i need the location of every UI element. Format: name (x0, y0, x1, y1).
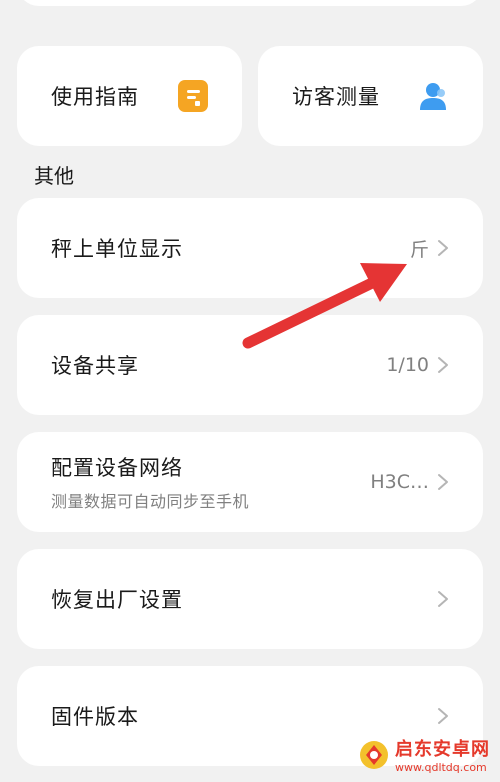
device-share-label: 设备共享 (51, 354, 139, 378)
unit-display-row[interactable]: 秤上单位显示 斤 (17, 198, 483, 298)
device-share-value: 1/10 (386, 354, 429, 376)
chevron-right-icon (438, 357, 448, 373)
unit-display-value: 斤 (409, 238, 429, 261)
previous-card-partial (17, 0, 483, 6)
visitor-person-icon (420, 83, 446, 110)
visitor-measure-label: 访客测量 (292, 85, 380, 109)
guide-document-icon (178, 80, 208, 112)
network-config-label: 配置设备网络 (51, 456, 183, 480)
watermark: 启东安卓网 www.qdltdq.com (359, 735, 490, 774)
network-config-subtitle: 测量数据可自动同步至手机 (51, 492, 250, 511)
chevron-right-icon (438, 708, 448, 724)
user-guide-label: 使用指南 (51, 85, 139, 109)
network-config-value: H3C… (370, 471, 429, 493)
visitor-measure-card[interactable]: 访客测量 (258, 46, 483, 146)
factory-reset-row[interactable]: 恢复出厂设置 (17, 549, 483, 649)
factory-reset-label: 恢复出厂设置 (51, 588, 183, 612)
device-share-row[interactable]: 设备共享 1/10 (17, 315, 483, 415)
user-guide-card[interactable]: 使用指南 (17, 46, 242, 146)
watermark-name: 启东安卓网 (395, 739, 490, 760)
chevron-right-icon (438, 474, 448, 490)
watermark-url: www.qdltdq.com (395, 761, 487, 774)
firmware-version-label: 固件版本 (51, 705, 139, 729)
watermark-logo-icon (360, 740, 388, 769)
chevron-right-icon (438, 591, 448, 607)
section-title-other: 其他 (34, 164, 74, 188)
unit-display-label: 秤上单位显示 (51, 237, 183, 261)
network-config-row[interactable]: 配置设备网络 测量数据可自动同步至手机 H3C… (17, 432, 483, 532)
chevron-right-icon (438, 240, 448, 256)
